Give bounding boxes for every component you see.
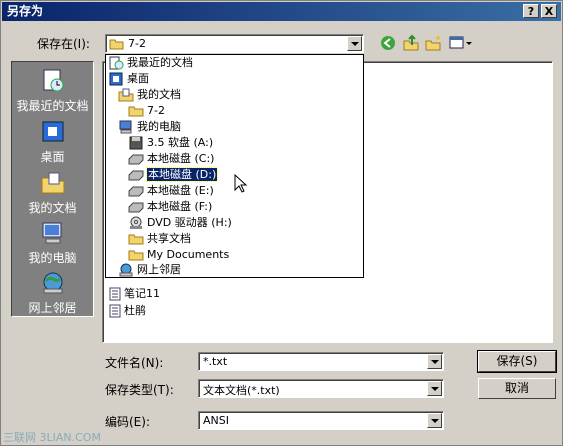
help-button[interactable]: ?: [523, 4, 539, 18]
save-in-dropdown-list: 我最近的文档 桌面 我的文档 7-2 我的电脑 3.5 软盘 (A:) 本地磁盘…: [105, 54, 364, 278]
save-in-value: 7-2: [128, 37, 146, 50]
file-name: 笔记11: [124, 287, 160, 300]
view-menu-icon: [449, 36, 472, 49]
save-in-label: 保存在(I):: [37, 37, 90, 51]
filename-dropdown-button[interactable]: [427, 354, 442, 369]
dropdown-item-floppy[interactable]: 3.5 软盘 (A:): [128, 135, 213, 151]
place-desktop[interactable]: 桌面: [12, 119, 93, 165]
dropdown-item-mydocs[interactable]: 我的文档: [118, 87, 181, 103]
dropdown-item-7-2[interactable]: 7-2: [128, 103, 165, 119]
dropdown-item-mycomputer[interactable]: 我的电脑: [118, 119, 181, 135]
network-icon: [119, 263, 133, 277]
recent-docs-icon: [109, 56, 124, 70]
dropdown-item-disk-f[interactable]: 本地磁盘 (F:): [128, 199, 212, 215]
dropdown-item-network[interactable]: 网上邻居: [118, 262, 181, 278]
dropdown-item-my-documents-en[interactable]: My Documents: [128, 247, 229, 263]
back-button[interactable]: [379, 34, 397, 52]
place-mydocs[interactable]: 我的文档: [12, 170, 93, 216]
desktop-icon: [109, 72, 123, 86]
recent-docs-icon: [43, 69, 63, 92]
filename-label: 文件名(N):: [105, 356, 164, 370]
hard-disk-icon: [128, 186, 144, 197]
dvd-drive-icon: [130, 216, 142, 229]
text-file-icon: [109, 287, 121, 301]
list-item[interactable]: 杜鹃: [109, 302, 146, 318]
watermark: 三联网 3LIAN.COM: [3, 431, 101, 444]
window-title: 另存为: [7, 4, 44, 18]
save-in-combo[interactable]: 7-2: [105, 34, 364, 53]
encoding-select[interactable]: ANSI: [198, 411, 444, 430]
new-folder-button[interactable]: [425, 34, 443, 52]
place-recent-label: 我最近的文档: [16, 99, 89, 113]
filetype-dropdown-button[interactable]: [427, 381, 442, 396]
hard-disk-icon: [128, 170, 144, 181]
save-button[interactable]: 保存(S): [477, 350, 557, 373]
filename-value: *.txt: [203, 355, 228, 368]
my-computer-icon: [42, 222, 61, 244]
up-folder-button[interactable]: [402, 34, 420, 52]
network-icon: [43, 272, 62, 294]
dropdown-item-disk-c[interactable]: 本地磁盘 (C:): [128, 151, 214, 167]
filetype-value: 文本文档(*.txt): [203, 384, 280, 397]
dropdown-item-shared-docs[interactable]: 共享文档: [128, 231, 191, 247]
file-name: 杜鹃: [124, 304, 146, 317]
place-network-label: 网上邻居: [28, 301, 77, 315]
my-documents-icon: [41, 172, 64, 194]
hard-disk-icon: [128, 202, 144, 213]
text-file-icon: [109, 304, 121, 318]
dropdown-item-disk-e[interactable]: 本地磁盘 (E:): [128, 183, 214, 199]
folder-open-icon: [109, 39, 124, 50]
dropdown-item-desktop[interactable]: 桌面: [108, 71, 149, 87]
save-as-dialog: 另存为 ? X 保存在(I): 7-2 我最近的文档 桌面 我的文档 我的电脑 …: [0, 0, 563, 446]
list-item[interactable]: 笔记11: [109, 285, 160, 301]
place-network[interactable]: 网上邻居: [12, 270, 93, 316]
close-button[interactable]: X: [541, 4, 557, 18]
filename-input[interactable]: *.txt: [198, 352, 444, 371]
place-mycomputer-label: 我的电脑: [28, 251, 77, 265]
folder-icon: [128, 250, 144, 261]
place-mycomputer[interactable]: 我的电脑: [12, 220, 93, 266]
cancel-button[interactable]: 取消: [478, 378, 556, 399]
up-folder-icon: [403, 34, 419, 51]
folder-open-icon: [128, 106, 144, 117]
place-mydocs-label: 我的文档: [28, 201, 77, 215]
encoding-dropdown-button[interactable]: [427, 413, 442, 428]
filetype-label: 保存类型(T):: [105, 383, 174, 397]
back-arrow-icon: [381, 36, 395, 50]
dropdown-item-disk-d[interactable]: 本地磁盘 (D:): [128, 167, 219, 183]
place-recent[interactable]: 我最近的文档: [12, 68, 93, 114]
hard-disk-icon: [128, 154, 144, 165]
dropdown-item-dvd[interactable]: DVD 驱动器 (H:): [128, 215, 232, 231]
desktop-icon: [42, 121, 63, 142]
my-documents-icon: [118, 88, 134, 102]
place-desktop-label: 桌面: [40, 150, 65, 164]
view-menu-button[interactable]: [449, 34, 473, 52]
my-computer-icon: [119, 120, 132, 134]
places-bar: 我最近的文档 桌面 我的文档 我的电脑 网上邻居: [11, 61, 94, 317]
encoding-value: ANSI: [203, 414, 229, 427]
filetype-select[interactable]: 文本文档(*.txt): [198, 379, 444, 398]
title-bar: 另存为 ? X: [2, 2, 561, 21]
folder-icon: [128, 234, 144, 245]
mouse-cursor-icon: [234, 174, 248, 193]
encoding-label: 编码(E):: [105, 415, 150, 429]
dropdown-item-recent[interactable]: 我最近的文档: [108, 55, 193, 71]
floppy-icon: [129, 136, 143, 150]
new-folder-icon: [425, 35, 441, 51]
save-in-dropdown-button[interactable]: [347, 36, 362, 51]
